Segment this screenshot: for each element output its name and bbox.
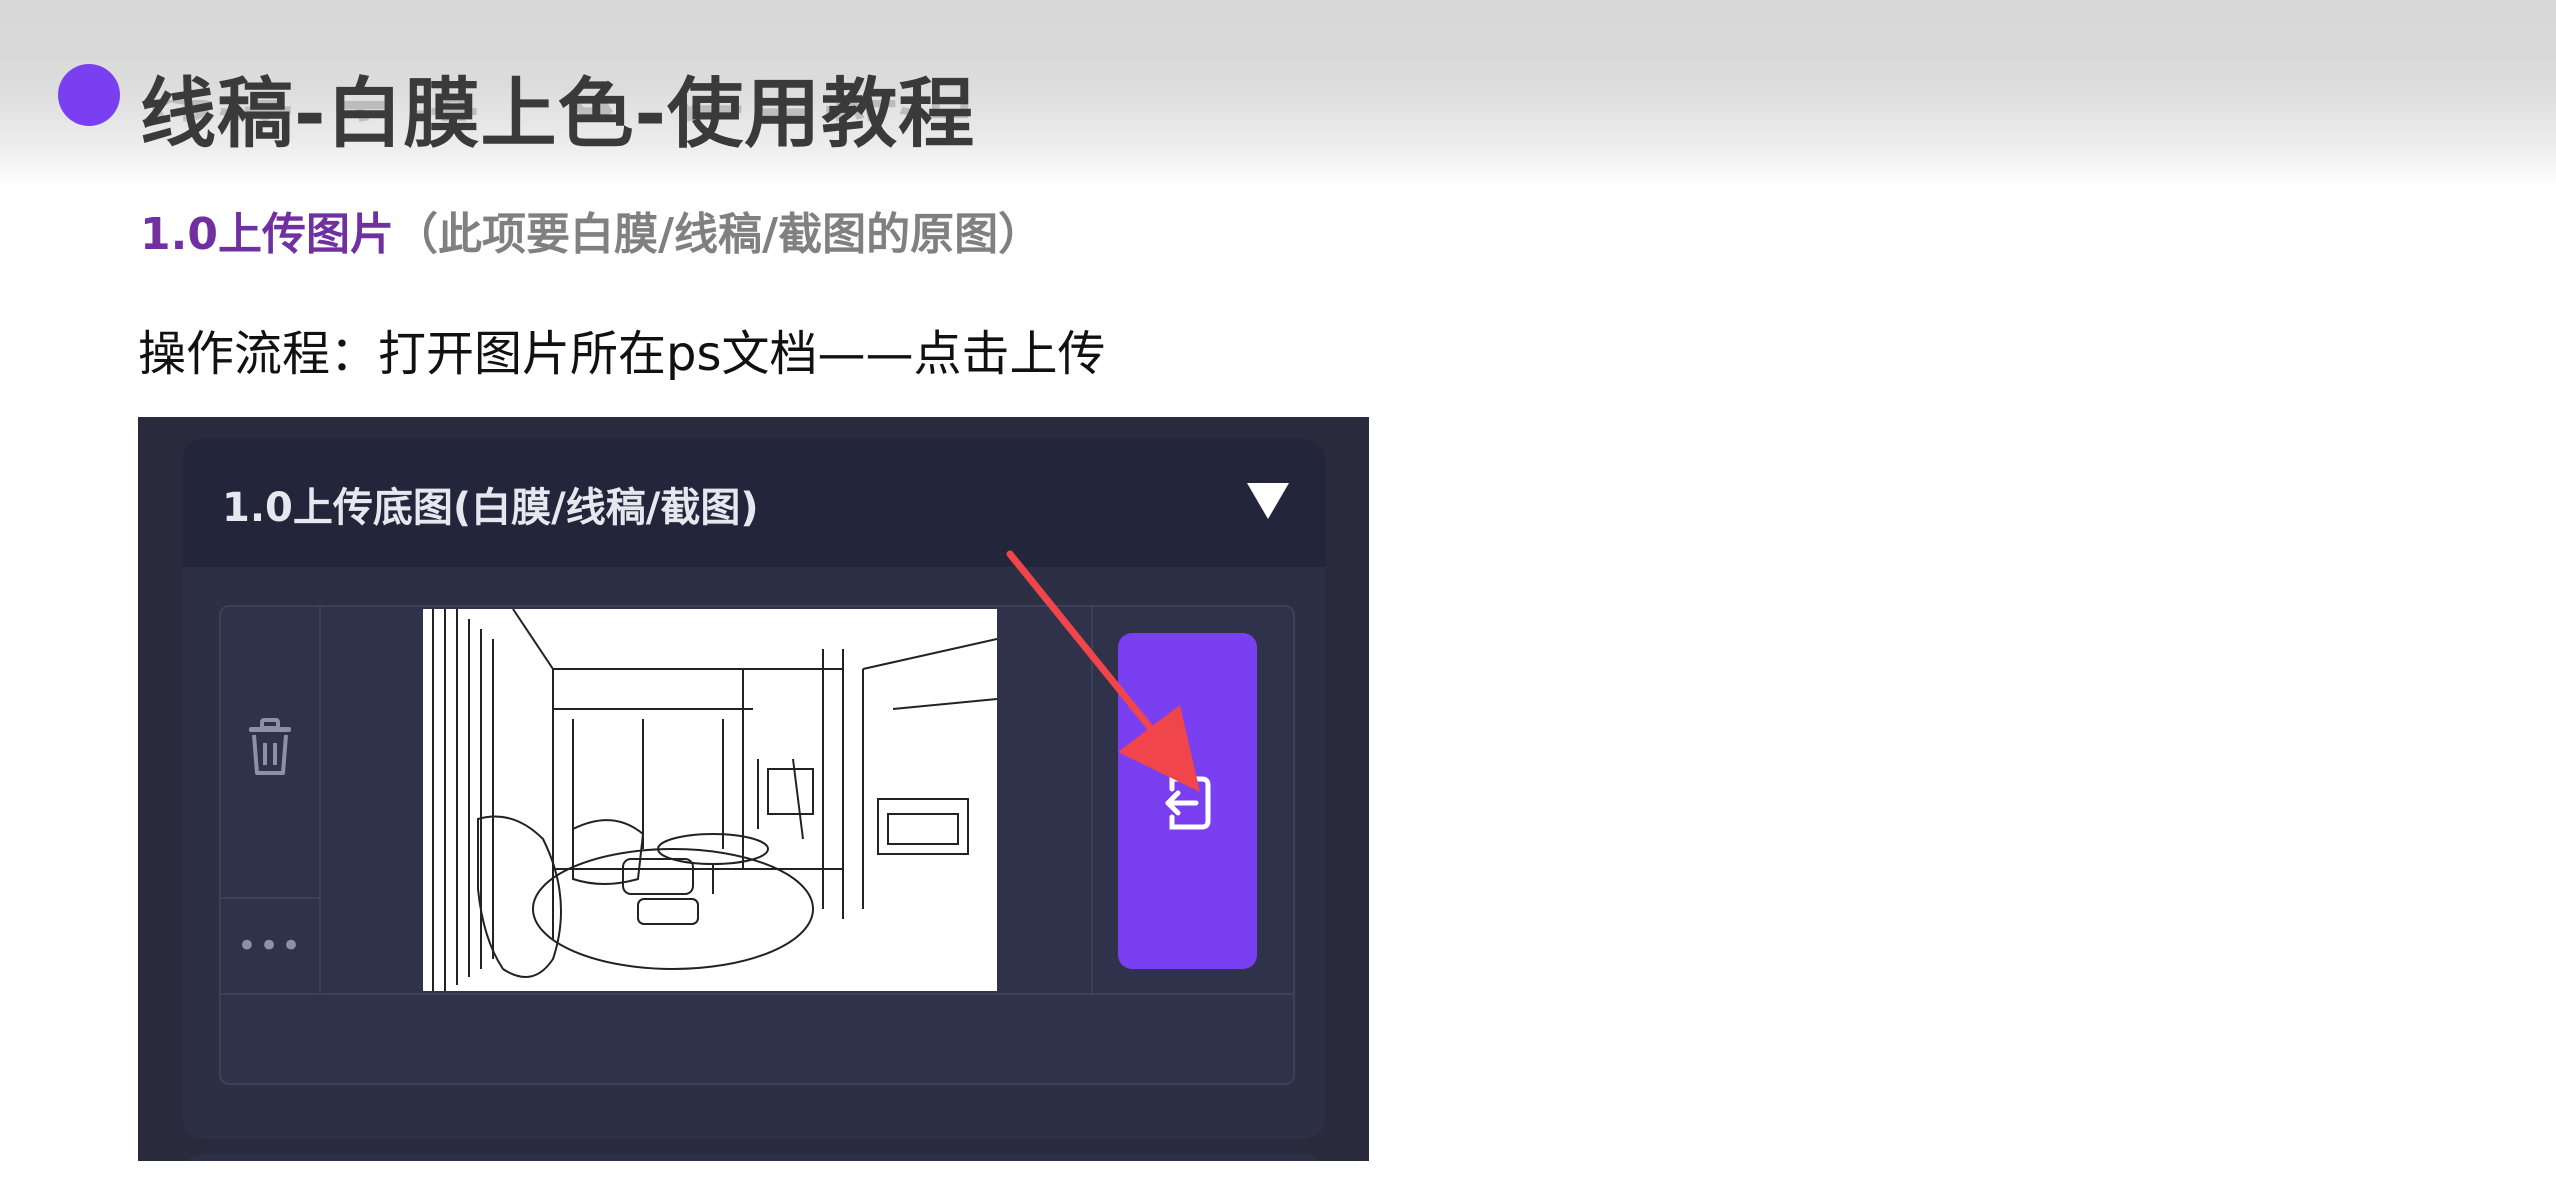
delete-image-button[interactable] [221, 607, 319, 899]
next-card-edge [182, 1153, 1325, 1161]
more-options-button[interactable]: ••• [221, 899, 319, 993]
triangle-down-icon[interactable] [1247, 483, 1289, 519]
operation-steps: 操作流程：打开图片所在ps文档——点击上传 [138, 326, 1106, 382]
title-bullet-dot [58, 64, 120, 126]
image-slot: ••• [219, 605, 1295, 1085]
line-drawing-illustration [432, 608, 998, 991]
section-heading: 1.0上传图片 [140, 209, 394, 260]
upload-image-button[interactable] [1118, 633, 1257, 969]
page-title: 线稿-白膜上色-使用教程 [140, 69, 976, 158]
trash-icon [249, 718, 291, 775]
card-header[interactable]: 1.0上传底图(白膜/线稿/截图) [182, 439, 1325, 567]
card-header-label: 1.0上传底图(白膜/线稿/截图) [222, 485, 759, 531]
image-actions-column: ••• [221, 607, 321, 993]
import-icon [1165, 776, 1211, 830]
uploaded-line-drawing [423, 608, 998, 991]
section-heading-row: 1.0上传图片（此项要白膜/线稿/截图的原图） [140, 198, 1042, 262]
upload-base-image-card: 1.0上传底图(白膜/线稿/截图) ••• [182, 439, 1325, 1139]
image-preview-area [321, 607, 1093, 993]
plugin-panel-screenshot: 1.0上传底图(白膜/线稿/截图) ••• [138, 417, 1369, 1161]
section-note: （此项要白膜/线稿/截图的原图） [393, 209, 1043, 260]
image-slot-footer-divider [221, 993, 1293, 995]
